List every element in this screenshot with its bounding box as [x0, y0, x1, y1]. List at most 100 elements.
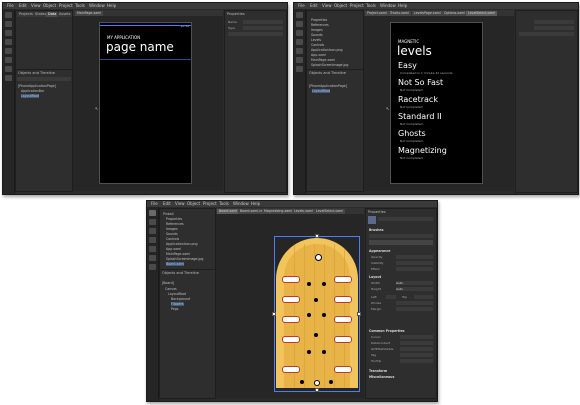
file-item[interactable]: ApplicationIcon.png	[166, 242, 198, 246]
name-field[interactable]	[243, 20, 283, 24]
level-name[interactable]: Ghosts	[398, 129, 426, 138]
direct-select-tool-icon[interactable]	[149, 219, 156, 225]
cursor-field[interactable]	[400, 335, 433, 339]
search-field[interactable]	[519, 32, 574, 36]
menu-tools[interactable]: Tools	[75, 3, 85, 9]
tree-item-layoutroot[interactable]: LayoutRoot	[312, 89, 331, 93]
menu-help[interactable]: Help	[251, 201, 260, 207]
tag-field[interactable]	[400, 353, 433, 357]
resize-handle[interactable]	[315, 388, 319, 392]
file-item[interactable]: Sounds	[311, 33, 323, 37]
resize-handle[interactable]	[357, 312, 361, 316]
resize-handle[interactable]	[272, 312, 276, 316]
tree-item[interactable]: Canvas	[165, 287, 177, 291]
tree-item-layoutroot[interactable]: LayoutRoot	[21, 94, 40, 98]
datacontext-field[interactable]	[400, 341, 433, 345]
rectangle-tool-icon[interactable]	[296, 48, 303, 54]
menu-view[interactable]: View	[175, 201, 185, 207]
selection-tool-icon[interactable]	[5, 12, 12, 18]
menu-help[interactable]: Help	[398, 3, 407, 9]
file-item[interactable]: Board.xaml	[166, 262, 185, 266]
menu-tools[interactable]: Tools	[219, 201, 229, 207]
pen-tool-icon[interactable]	[5, 30, 12, 36]
zindex-field[interactable]	[396, 301, 433, 305]
selection-tool-icon[interactable]	[296, 12, 303, 18]
menu-tools[interactable]: Tools	[366, 3, 376, 9]
level-name[interactable]: Standard II	[398, 112, 442, 121]
zoom-tool-icon[interactable]	[296, 39, 303, 45]
tab-assets[interactable]: Assets	[57, 12, 73, 17]
brush-tabs[interactable]	[369, 240, 433, 245]
file-item[interactable]: Controls	[311, 43, 324, 47]
file-item[interactable]: App.xaml	[166, 247, 181, 251]
menu-view[interactable]: View	[322, 3, 332, 9]
name-field[interactable]	[378, 217, 433, 221]
menu-object[interactable]: Object	[334, 3, 347, 9]
menu-edit[interactable]: Edit	[310, 3, 318, 9]
level-name[interactable]: Easy	[398, 61, 417, 70]
left-field[interactable]	[386, 295, 396, 299]
tree-item[interactable]: Background	[171, 297, 190, 301]
file-item[interactable]: ApplicationIcon.png	[311, 48, 343, 52]
file-item[interactable]: Images	[166, 227, 178, 231]
top-field[interactable]	[414, 295, 433, 299]
rectangle-tool-icon[interactable]	[5, 48, 12, 54]
tree-item[interactable]: [Board]	[162, 281, 174, 285]
project-root[interactable]: Pinball	[163, 212, 174, 216]
file-item[interactable]: App.xaml	[311, 53, 326, 57]
menu-window[interactable]: Window	[233, 201, 249, 207]
file-item[interactable]: Levels	[311, 38, 321, 42]
selection-tool-icon[interactable]	[149, 210, 156, 216]
effect-field[interactable]	[396, 267, 433, 271]
grid-tool-icon[interactable]	[5, 57, 12, 63]
tree-item-page[interactable]: [PhoneApplicationPage]	[18, 84, 56, 88]
menu-object[interactable]: Object	[187, 201, 200, 207]
tree-item[interactable]: LayoutRoot	[168, 292, 186, 296]
textblock-tool-icon[interactable]	[149, 264, 156, 270]
menu-project[interactable]: Project	[203, 201, 217, 207]
level-name[interactable]: Racetrack	[398, 95, 438, 104]
file-item[interactable]: Controls	[166, 237, 179, 241]
grid-tool-icon[interactable]	[149, 255, 156, 261]
tree-item[interactable]: Flippers	[171, 302, 184, 306]
width-field[interactable]: Auto	[396, 281, 433, 285]
file-item[interactable]: References	[166, 222, 184, 226]
grid-tool-icon[interactable]	[296, 57, 303, 63]
zoom-tool-icon[interactable]	[149, 237, 156, 243]
type-field[interactable]	[243, 26, 283, 30]
search-field[interactable]	[228, 32, 283, 36]
menu-help[interactable]: Help	[107, 3, 116, 9]
artboard[interactable]	[216, 214, 364, 398]
tree-item[interactable]: Pegs	[171, 307, 178, 311]
direct-select-tool-icon[interactable]	[5, 21, 12, 27]
type-field[interactable]	[534, 26, 574, 30]
tree-item-page[interactable]: [PhoneApplicationPage]	[309, 84, 347, 88]
assets-tool-icon[interactable]	[5, 75, 12, 81]
artboard[interactable]: 12:38 MY APPLICATION page name ↖	[73, 16, 223, 191]
visibility-field[interactable]	[396, 261, 433, 265]
direct-select-tool-icon[interactable]	[296, 21, 303, 27]
resize-handle[interactable]	[315, 234, 319, 238]
file-item[interactable]: Properties	[166, 217, 182, 221]
file-item[interactable]: SplashScreenImage.jpg	[166, 257, 203, 261]
margin-field[interactable]	[396, 307, 433, 311]
section-common[interactable]: Common Properties	[369, 329, 405, 333]
menu-view[interactable]: View	[31, 3, 41, 9]
rectangle-tool-icon[interactable]	[149, 246, 156, 252]
file-item[interactable]: Sounds	[166, 232, 178, 236]
tooltip-field[interactable]	[400, 359, 433, 363]
menu-project[interactable]: Project	[350, 3, 364, 9]
level-name[interactable]: Not So Fast	[398, 78, 443, 87]
textblock-tool-icon[interactable]	[5, 66, 12, 72]
textblock-tool-icon[interactable]	[296, 66, 303, 72]
file-item[interactable]: Properties	[311, 18, 327, 22]
file-item[interactable]: SplashScreenImage.jpg	[311, 63, 348, 67]
file-item[interactable]: MainPage.xaml	[166, 252, 190, 256]
phone-page[interactable]: MAGNETIC levels Easy Completed in 1 minu…	[390, 22, 483, 184]
menu-window[interactable]: Window	[89, 3, 105, 9]
name-field[interactable]	[534, 20, 574, 24]
artboard[interactable]: MAGNETIC levels Easy Completed in 1 minu…	[364, 16, 514, 191]
section-misc[interactable]: Miscellaneous	[369, 375, 394, 379]
section-layout[interactable]: Layout	[369, 275, 381, 279]
section-transform[interactable]: Transform	[369, 369, 387, 373]
